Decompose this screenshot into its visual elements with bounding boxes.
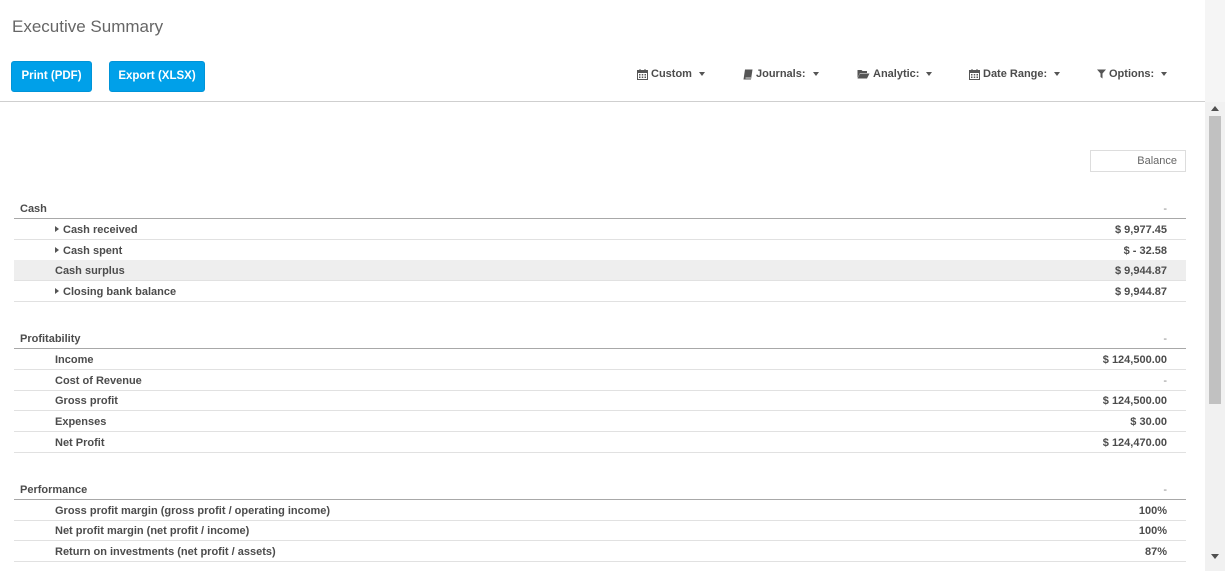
row-value: 100% — [1138, 525, 1167, 537]
book-icon — [743, 69, 753, 79]
folder-open-icon — [857, 70, 870, 79]
row-label: Return on investments (net profit / asse… — [55, 546, 276, 558]
caret-right-icon[interactable] — [55, 226, 59, 232]
table-row[interactable]: Cost of Revenue - — [14, 370, 1186, 391]
row-value: - — [1163, 375, 1167, 387]
row-label: Cash surplus — [55, 265, 125, 277]
caret-right-icon[interactable] — [55, 247, 59, 253]
row-label: Expenses — [55, 416, 107, 428]
row-label: Gross profit — [55, 395, 118, 407]
calendar-icon — [969, 68, 980, 80]
row-label: Net profit margin (net profit / income) — [55, 525, 250, 537]
scroll-thumb[interactable] — [1209, 116, 1221, 404]
section-value: - — [1163, 333, 1167, 345]
options-filter-dropdown[interactable]: Options: — [1097, 68, 1168, 80]
section-title: Cash — [20, 203, 47, 215]
table-row[interactable]: Return on investments (net profit / asse… — [14, 541, 1186, 562]
row-value: $ 124,470.00 — [1102, 437, 1167, 449]
journals-filter-dropdown[interactable]: Journals: — [743, 68, 819, 80]
chevron-down-icon — [1161, 72, 1168, 76]
row-label: Gross profit margin (gross profit / oper… — [55, 505, 331, 517]
scroll-down-arrow-icon[interactable] — [1211, 554, 1219, 559]
calendar-icon — [637, 68, 648, 80]
analytic-filter-label: Analytic: — [873, 68, 920, 80]
table-row[interactable]: Income $ 124,500.00 — [14, 349, 1186, 370]
page-edge — [1205, 0, 1225, 102]
section-value: - — [1163, 203, 1167, 215]
custom-filter-dropdown[interactable]: Custom — [637, 68, 705, 80]
report-content: Balance Cash - Cash received $ 9,977.45 … — [0, 102, 1205, 571]
table-row[interactable]: Net profit margin (net profit / income) … — [14, 520, 1186, 541]
page-title: Executive Summary — [12, 17, 164, 36]
row-label: Income — [55, 354, 94, 366]
analytic-filter-dropdown[interactable]: Analytic: — [857, 68, 933, 80]
filter-bar: Custom Journals: Analytic: Date Range: O… — [0, 68, 1205, 86]
date-range-filter-dropdown[interactable]: Date Range: — [969, 68, 1061, 80]
row-value: 100% — [1138, 505, 1167, 517]
date-range-filter-label: Date Range: — [983, 68, 1048, 80]
row-value: $ - 32.58 — [1123, 245, 1167, 257]
row-value: 87% — [1144, 546, 1167, 558]
section-row-profitability: Profitability - — [14, 328, 1186, 349]
table-row[interactable]: Cash spent $ - 32.58 — [14, 240, 1186, 261]
chevron-down-icon — [812, 72, 819, 76]
caret-right-icon[interactable] — [55, 288, 59, 294]
section-value: - — [1163, 484, 1167, 496]
row-label: Cost of Revenue — [55, 375, 142, 387]
table-row[interactable]: Gross profit $ 124,500.00 — [14, 390, 1186, 411]
scroll-up-arrow-icon[interactable] — [1211, 106, 1219, 111]
table-row[interactable]: Net Profit $ 124,470.00 — [14, 432, 1186, 453]
row-value: $ 124,500.00 — [1102, 354, 1167, 366]
section-row-cash: Cash - — [14, 198, 1186, 219]
custom-filter-label: Custom — [651, 68, 692, 80]
row-label: Net Profit — [55, 437, 105, 449]
chevron-down-icon — [1054, 72, 1061, 76]
row-value: $ 9,977.45 — [1115, 224, 1167, 236]
table-row[interactable]: Cash surplus $ 9,944.87 — [14, 260, 1186, 281]
control-panel: Executive Summary Print (PDF) Export (XL… — [0, 0, 1205, 102]
row-label: Closing bank balance — [63, 286, 177, 298]
row-value: $ 124,500.00 — [1102, 395, 1167, 407]
table-row[interactable]: Cash received $ 9,977.45 — [14, 219, 1186, 240]
section-row-performance: Performance - — [14, 479, 1186, 500]
table-row[interactable]: Expenses $ 30.00 — [14, 411, 1186, 432]
table-row[interactable]: Gross profit margin (gross profit / oper… — [14, 500, 1186, 521]
section-title: Performance — [20, 484, 88, 496]
row-label: Cash spent — [63, 245, 123, 257]
chevron-down-icon — [698, 72, 705, 76]
journals-filter-label: Journals: — [756, 68, 806, 80]
row-label: Cash received — [63, 224, 138, 236]
options-filter-label: Options: — [1109, 68, 1155, 80]
table-row[interactable]: Closing bank balance $ 9,944.87 — [14, 281, 1186, 302]
row-value: $ 9,944.87 — [1115, 265, 1167, 277]
row-value: $ 9,944.87 — [1115, 286, 1167, 298]
chevron-down-icon — [926, 72, 933, 76]
balance-column-header: Balance — [1090, 150, 1186, 172]
section-title: Profitability — [20, 333, 81, 345]
vertical-scrollbar[interactable] — [1205, 102, 1225, 571]
filter-icon — [1097, 69, 1106, 79]
row-value: $ 30.00 — [1130, 416, 1167, 428]
